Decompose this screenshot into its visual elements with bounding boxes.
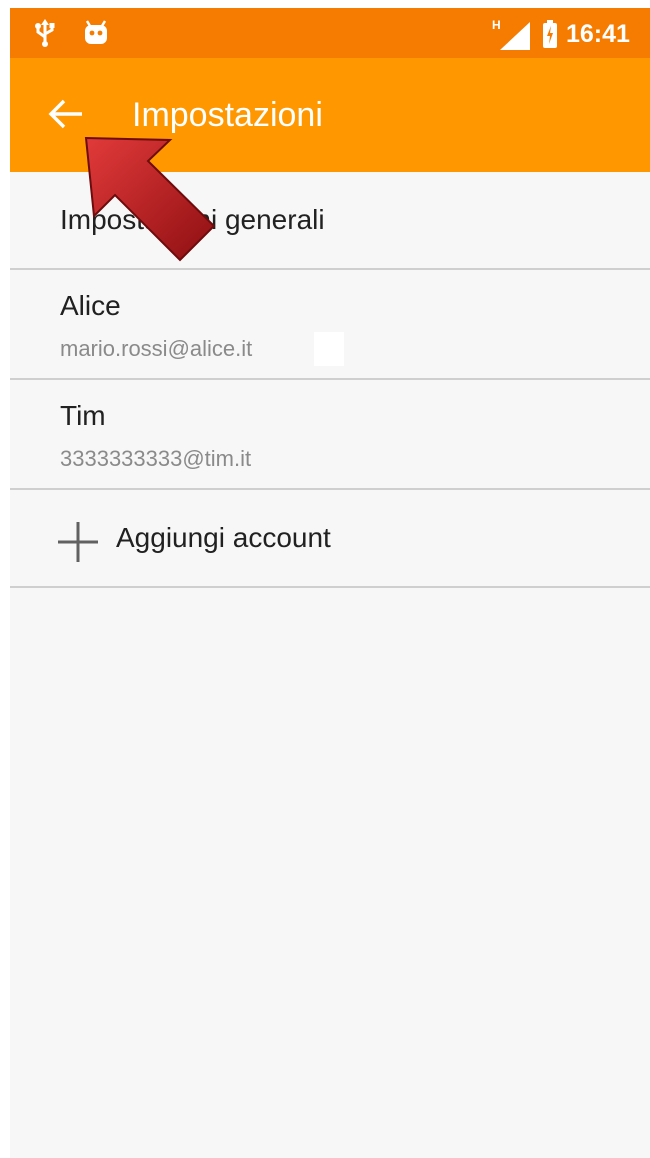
settings-list: Impostazioni generali Alice mario.rossi@… (10, 172, 650, 588)
account-email: mario.rossi@alice.it (60, 336, 253, 361)
android-icon (82, 8, 110, 58)
back-button[interactable] (38, 86, 94, 142)
battery-icon (542, 20, 558, 53)
general-settings-item[interactable]: Impostazioni generali (10, 172, 650, 270)
arrow-back-icon (48, 99, 82, 129)
account-email: 3333333333@tim.it (60, 446, 252, 471)
plus-icon (58, 522, 98, 562)
account-item-alice[interactable]: Alice mario.rossi@alice.it (10, 270, 650, 380)
status-bar: H 16:41 (10, 8, 650, 58)
account-item-tim[interactable]: Tim 3333333333@tim.it (10, 380, 650, 490)
redaction-patch (314, 332, 344, 366)
page-title: Impostazioni (132, 96, 323, 134)
add-account-label: Aggiungi account (116, 522, 331, 553)
signal-icon: H (492, 18, 532, 50)
usb-icon (34, 8, 56, 58)
general-settings-label: Impostazioni generali (60, 204, 325, 235)
app-bar: Impostazioni (10, 58, 650, 172)
phone-screen: H 16:41 Impostazioni Impostazioni genera (10, 8, 650, 1158)
add-account-button[interactable]: Aggiungi account (10, 490, 650, 588)
account-name: Tim (60, 400, 106, 431)
clock: 16:41 (566, 20, 630, 48)
account-name: Alice (60, 290, 121, 321)
